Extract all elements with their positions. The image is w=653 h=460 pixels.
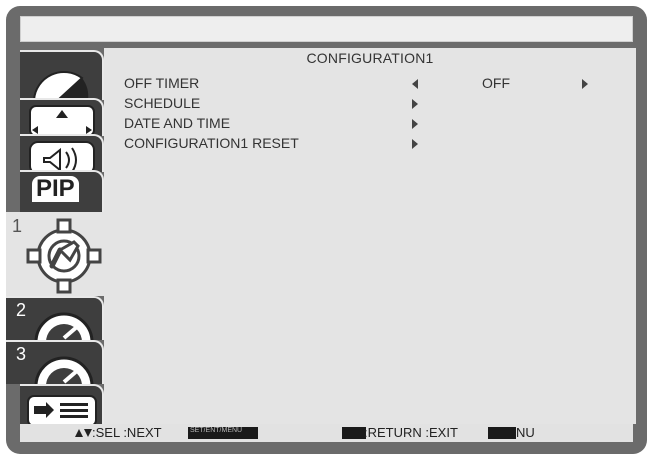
set-button-label: SET/ENT/MENU (190, 427, 243, 434)
arrow-right-icon[interactable] (582, 79, 588, 89)
pip-icon: PIP (32, 176, 79, 202)
source-list-icon (27, 395, 97, 426)
return-exit-text: :RETURN :EXIT (364, 425, 458, 440)
page-title: CONFIGURATION1 (306, 50, 434, 66)
menu-item-schedule[interactable]: SCHEDULE (124, 95, 616, 115)
help-bar: :SEL :NEXT SET/ENT/MENU :RETURN :EXIT NU (20, 424, 633, 442)
gauge-icon (34, 356, 94, 386)
arrow-right-icon (412, 139, 418, 149)
audio-icon (29, 141, 95, 174)
tab-audio[interactable] (20, 134, 104, 174)
tab-screen[interactable] (20, 98, 104, 137)
menu-item-label: CONFIGURATION1 RESET (124, 135, 299, 151)
picture-icon (32, 71, 89, 101)
tab-source[interactable] (20, 384, 104, 426)
configuration-icon (26, 218, 102, 294)
arrow-left-icon[interactable] (412, 79, 418, 89)
off-timer-value: OFF (482, 75, 510, 91)
return-button-icon (342, 427, 366, 439)
arrow-right-icon (412, 99, 418, 109)
screen-icon (29, 105, 95, 137)
tab-configuration3[interactable]: 3 (6, 340, 104, 386)
gauge-icon (34, 312, 94, 342)
menu-text-fragment: NU (516, 425, 535, 440)
arrow-right-icon (412, 119, 418, 129)
menu-item-off-timer[interactable]: OFF TIMER OFF (124, 75, 616, 95)
tab-configuration2[interactable]: 2 (6, 296, 104, 342)
menu-item-date-and-time[interactable]: DATE AND TIME (124, 115, 616, 135)
tab-configuration1[interactable]: 1 (6, 212, 104, 296)
configuration-panel: CONFIGURATION1 OFF TIMER OFF SCHEDULE DA… (104, 48, 636, 424)
menu-item-label: DATE AND TIME (124, 115, 231, 131)
up-down-arrows-icon (75, 429, 92, 437)
menu-item-label: SCHEDULE (124, 95, 201, 111)
tab-picture[interactable] (20, 50, 104, 101)
top-bar (20, 16, 633, 42)
menu-button-icon (488, 427, 516, 439)
menu-item-configuration1-reset[interactable]: CONFIGURATION1 RESET (124, 135, 616, 155)
sel-next-text: :SEL :NEXT (92, 425, 162, 440)
tab-pip[interactable]: PIP (20, 170, 104, 212)
menu-item-label: OFF TIMER (124, 75, 200, 91)
